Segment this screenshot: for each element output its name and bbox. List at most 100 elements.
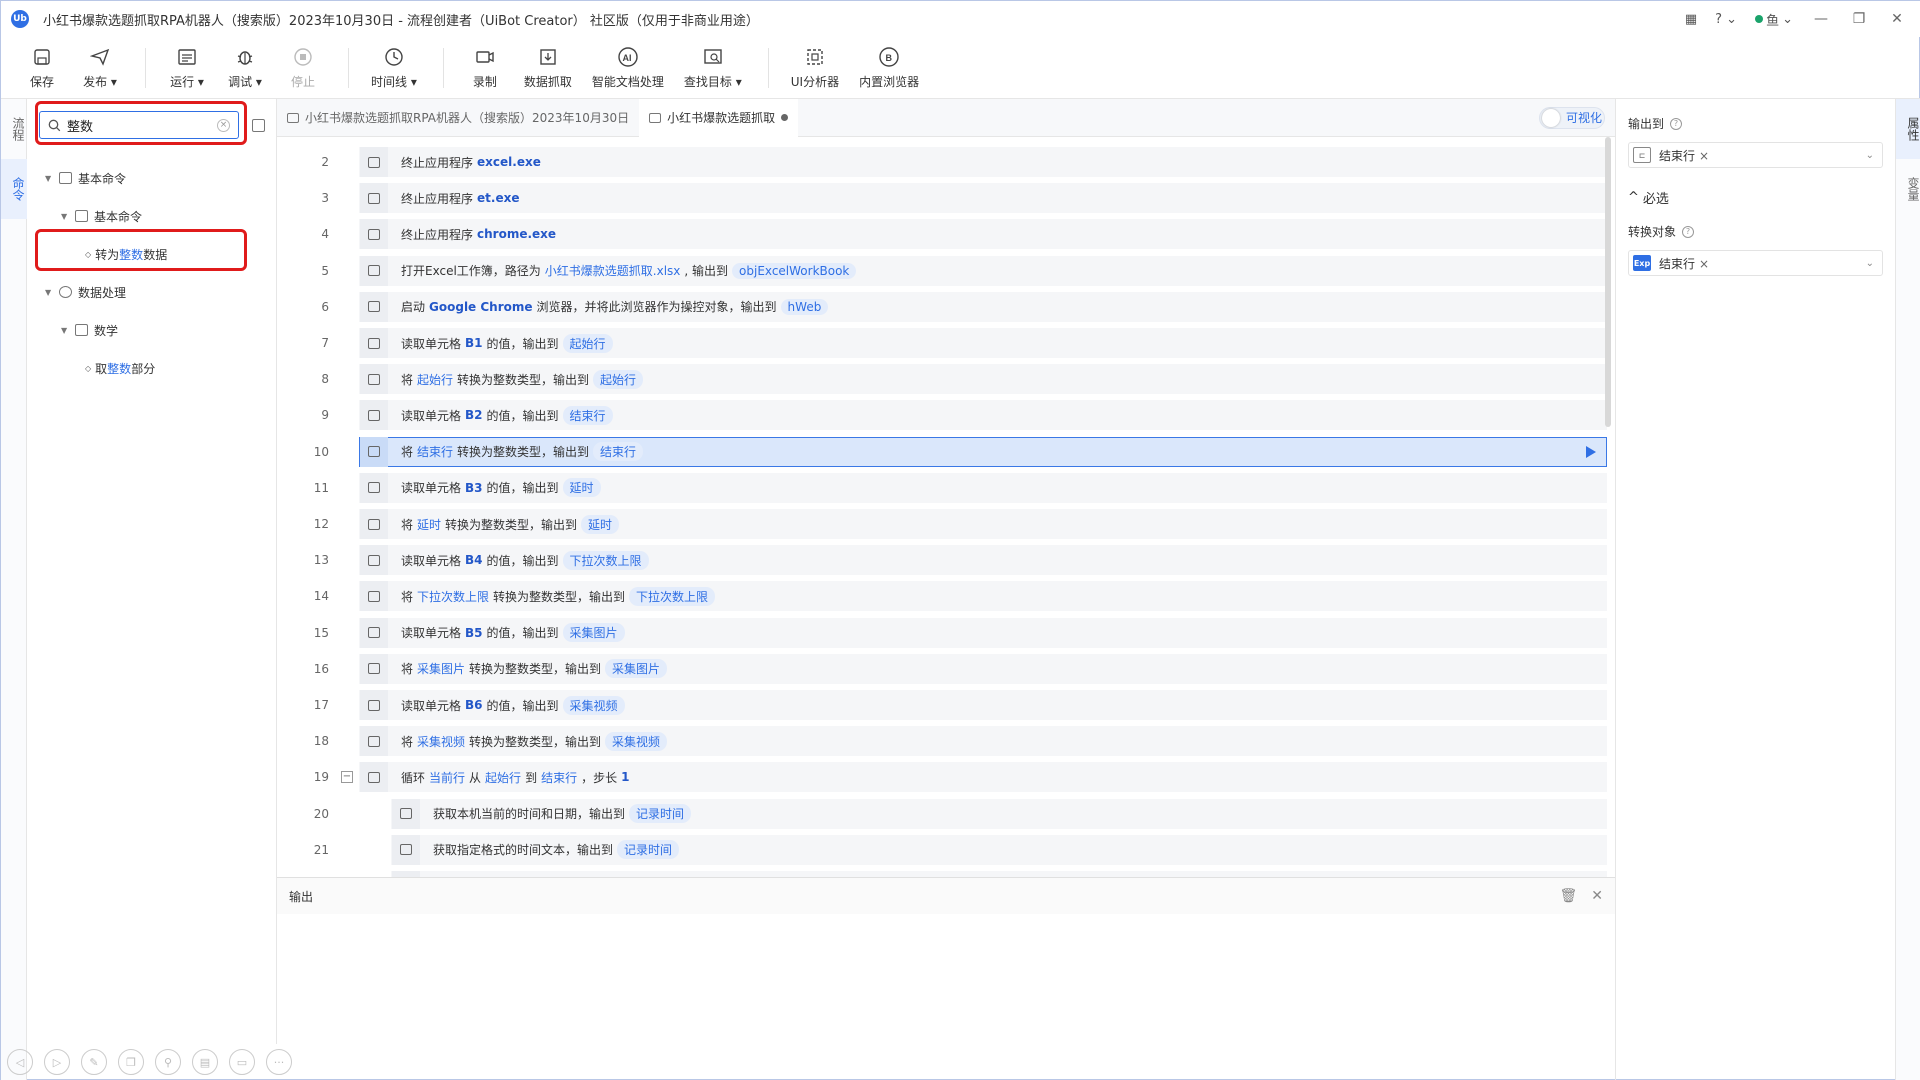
- tree-node-math[interactable]: ▼ 数学: [27, 311, 277, 349]
- chevron-down-icon[interactable]: ⌄: [1866, 150, 1874, 161]
- literal-value[interactable]: B6: [465, 698, 483, 712]
- data-scrape-button[interactable]: 数据抓取: [524, 45, 572, 90]
- code-row[interactable]: 2 终止应用程序 excel.exe: [277, 145, 1607, 179]
- code-row-body[interactable]: 读取单元格 B2 的值，输出到 结束行: [359, 400, 1607, 431]
- code-row[interactable]: 13 读取单元格 B4 的值，输出到 下拉次数上限: [277, 543, 1607, 577]
- code-row[interactable]: 19− 循环 当前行 从 起始行 到 结束行 ，步长 1: [277, 760, 1607, 794]
- required-section-header[interactable]: ^ 必选: [1628, 188, 1883, 207]
- output-variable-chip[interactable]: 结束行: [562, 405, 613, 425]
- remove-tag-icon[interactable]: ×: [1699, 149, 1709, 163]
- code-row[interactable]: 6 启动 Google Chrome 浏览器，并将此浏览器作为操控对象，输出到 h…: [277, 290, 1607, 324]
- remove-tag-icon[interactable]: ×: [1699, 257, 1709, 271]
- code-row-body[interactable]: 启动 Google Chrome 浏览器，并将此浏览器作为操控对象，输出到 hW…: [359, 291, 1607, 322]
- code-row-body[interactable]: 将 结束行 转换为整数类型，输出到 结束行: [359, 436, 1607, 467]
- code-row-body[interactable]: 读取单元格 B6 的值，输出到 采集视频: [359, 690, 1607, 720]
- code-row-body[interactable]: 读取单元格 B1 的值，输出到 起始行: [359, 328, 1607, 358]
- chevron-down-icon[interactable]: ⌄: [1866, 258, 1874, 269]
- code-row[interactable]: 20 获取本机当前的时间和日期，输出到 记录时间: [277, 797, 1607, 831]
- video-icon[interactable]: ▭: [229, 1049, 255, 1075]
- variable-reference[interactable]: 采集视频: [417, 733, 465, 750]
- ui-analyzer-button[interactable]: UI分析器: [791, 45, 839, 90]
- output-variable-chip[interactable]: 记录时间: [617, 840, 680, 860]
- code-row-body[interactable]: 终止应用程序 chrome.exe: [359, 219, 1607, 250]
- literal-value[interactable]: Google Chrome: [429, 300, 533, 314]
- layout-icon[interactable]: ▦: [1685, 12, 1697, 27]
- code-row-body[interactable]: 将 采集视频 转换为整数类型，输出到 采集视频: [359, 726, 1607, 757]
- run-to-here-icon[interactable]: [1586, 445, 1596, 458]
- output-variable-chip[interactable]: 延时: [581, 514, 620, 534]
- builtin-browser-button[interactable]: B 内置浏览器: [859, 45, 919, 90]
- variable-reference[interactable]: 结束行: [417, 443, 453, 460]
- tab-flow[interactable]: 流程: [1, 99, 27, 159]
- code-row-body[interactable]: 读取单元格 B4 的值，输出到 下拉次数上限: [359, 545, 1607, 576]
- code-row[interactable]: 21 获取指定格式的时间文本，输出到 记录时间: [277, 833, 1607, 867]
- output-variable-chip[interactable]: 结束行: [593, 442, 644, 462]
- output-variable-chip[interactable]: 起始行: [562, 333, 613, 353]
- code-row-body[interactable]: 读取单元格 B3 的值，输出到 延时: [359, 472, 1607, 503]
- variable-reference[interactable]: 当前行: [429, 769, 465, 786]
- code-row[interactable]: 17 读取单元格 B6 的值，输出到 采集视频: [277, 688, 1607, 722]
- literal-value[interactable]: 1: [621, 770, 629, 784]
- literal-value[interactable]: chrome.exe: [477, 227, 556, 241]
- tree-node-basic-commands[interactable]: ▼ 基本命令: [27, 159, 277, 197]
- tab-active-block[interactable]: 小红书爆款选题抓取: [639, 98, 799, 137]
- code-row-body[interactable]: 打开Excel工作簿，路径为 小红书爆款选题抓取.xlsx, 输出到 objEx…: [359, 255, 1607, 286]
- copy-icon[interactable]: ❐: [118, 1049, 144, 1075]
- variable-reference[interactable]: 下拉次数上限: [417, 588, 489, 605]
- output-variable-chip[interactable]: objExcelWorkBook: [732, 262, 857, 279]
- code-row-body[interactable]: 终止应用程序 excel.exe: [359, 147, 1607, 177]
- help-icon[interactable]: ? ⌄: [1715, 12, 1737, 27]
- expression-badge-icon[interactable]: Exp: [1633, 255, 1651, 271]
- literal-value[interactable]: excel.exe: [477, 155, 541, 169]
- close-button[interactable]: ✕: [1887, 11, 1907, 27]
- smart-doc-button[interactable]: AI 智能文档处理: [592, 45, 664, 90]
- debug-button[interactable]: 调试 ▾: [226, 45, 264, 90]
- code-row-body[interactable]: 将 采集图片 转换为整数类型，输出到 采集图片: [359, 653, 1607, 684]
- command-search[interactable]: ×: [39, 111, 239, 139]
- fold-toggle-icon[interactable]: −: [341, 771, 353, 784]
- tree-node-data-processing[interactable]: ▼ 数据处理: [27, 273, 277, 311]
- code-row[interactable]: 9 读取单元格 B2 的值，输出到 结束行: [277, 398, 1607, 432]
- code-row-body[interactable]: 循环 当前行 从 起始行 到 结束行 ，步长 1: [359, 762, 1607, 793]
- output-variable-chip[interactable]: hWeb: [780, 298, 829, 315]
- output-variable-chip[interactable]: 下拉次数上限: [562, 550, 649, 570]
- code-row[interactable]: 11 读取单元格 B3 的值，输出到 延时: [277, 471, 1607, 505]
- tab-variables[interactable]: 变量: [1896, 159, 1920, 219]
- output-variable-chip[interactable]: 采集图片: [562, 623, 625, 643]
- minimize-button[interactable]: —: [1811, 11, 1831, 27]
- code-row[interactable]: 22将 记录时间 写入单元格 "A"&当前行: [277, 869, 1607, 877]
- code-row[interactable]: 3 终止应用程序 et.exe: [277, 181, 1607, 215]
- literal-value[interactable]: B2: [465, 408, 483, 422]
- publish-button[interactable]: 发布 ▾: [81, 45, 119, 90]
- code-row[interactable]: 4 终止应用程序 chrome.exe: [277, 217, 1607, 251]
- vertical-scrollbar[interactable]: [1605, 137, 1611, 427]
- tab-main-flow[interactable]: 小红书爆款选题抓取RPA机器人（搜索版）2023年10月30日: [277, 99, 639, 137]
- code-row-body[interactable]: 终止应用程序 et.exe: [359, 183, 1607, 214]
- help-icon[interactable]: ?: [1670, 117, 1683, 130]
- tab-properties[interactable]: 属性: [1896, 99, 1920, 159]
- tree-node-integer-part[interactable]: ◇ 取整数 部分: [27, 349, 277, 387]
- code-row-body[interactable]: 将 起始行 转换为整数类型，输出到 起始行: [359, 364, 1607, 395]
- literal-value[interactable]: B5: [465, 626, 483, 640]
- save-button[interactable]: 保存: [23, 45, 61, 90]
- output-variable-chip[interactable]: 下拉次数上限: [629, 586, 716, 606]
- user-menu[interactable]: 鱼 ⌄: [1755, 10, 1793, 29]
- output-to-field[interactable]: ⊏ 结束行 × ⌄: [1628, 142, 1883, 168]
- variable-reference[interactable]: 小红书爆款选题抓取.xlsx: [545, 262, 681, 279]
- code-row[interactable]: 18 将 采集视频 转换为整数类型，输出到 采集视频: [277, 724, 1607, 758]
- output-variable-chip[interactable]: 记录时间: [629, 804, 692, 824]
- record-button[interactable]: 录制: [466, 45, 504, 90]
- code-row[interactable]: 5 打开Excel工作簿，路径为 小红书爆款选题抓取.xlsx, 输出到 objE…: [277, 254, 1607, 288]
- literal-value[interactable]: B3: [465, 481, 483, 495]
- variable-reference[interactable]: 起始行: [417, 371, 453, 388]
- output-variable-chip[interactable]: 采集视频: [562, 695, 625, 715]
- find-target-button[interactable]: 查找目标 ▾: [684, 45, 742, 90]
- restore-button[interactable]: ❐: [1849, 11, 1869, 27]
- variable-reference[interactable]: 起始行: [485, 769, 521, 786]
- variable-reference[interactable]: 采集图片: [417, 660, 465, 677]
- search-icon[interactable]: ⚲: [155, 1049, 181, 1075]
- code-row[interactable]: 16 将 采集图片 转换为整数类型，输出到 采集图片: [277, 652, 1607, 686]
- code-row[interactable]: 8 将 起始行 转换为整数类型，输出到 起始行: [277, 362, 1607, 396]
- run-button[interactable]: 运行 ▾: [168, 45, 206, 90]
- code-row[interactable]: 12 将 延时 转换为整数类型，输出到 延时: [277, 507, 1607, 541]
